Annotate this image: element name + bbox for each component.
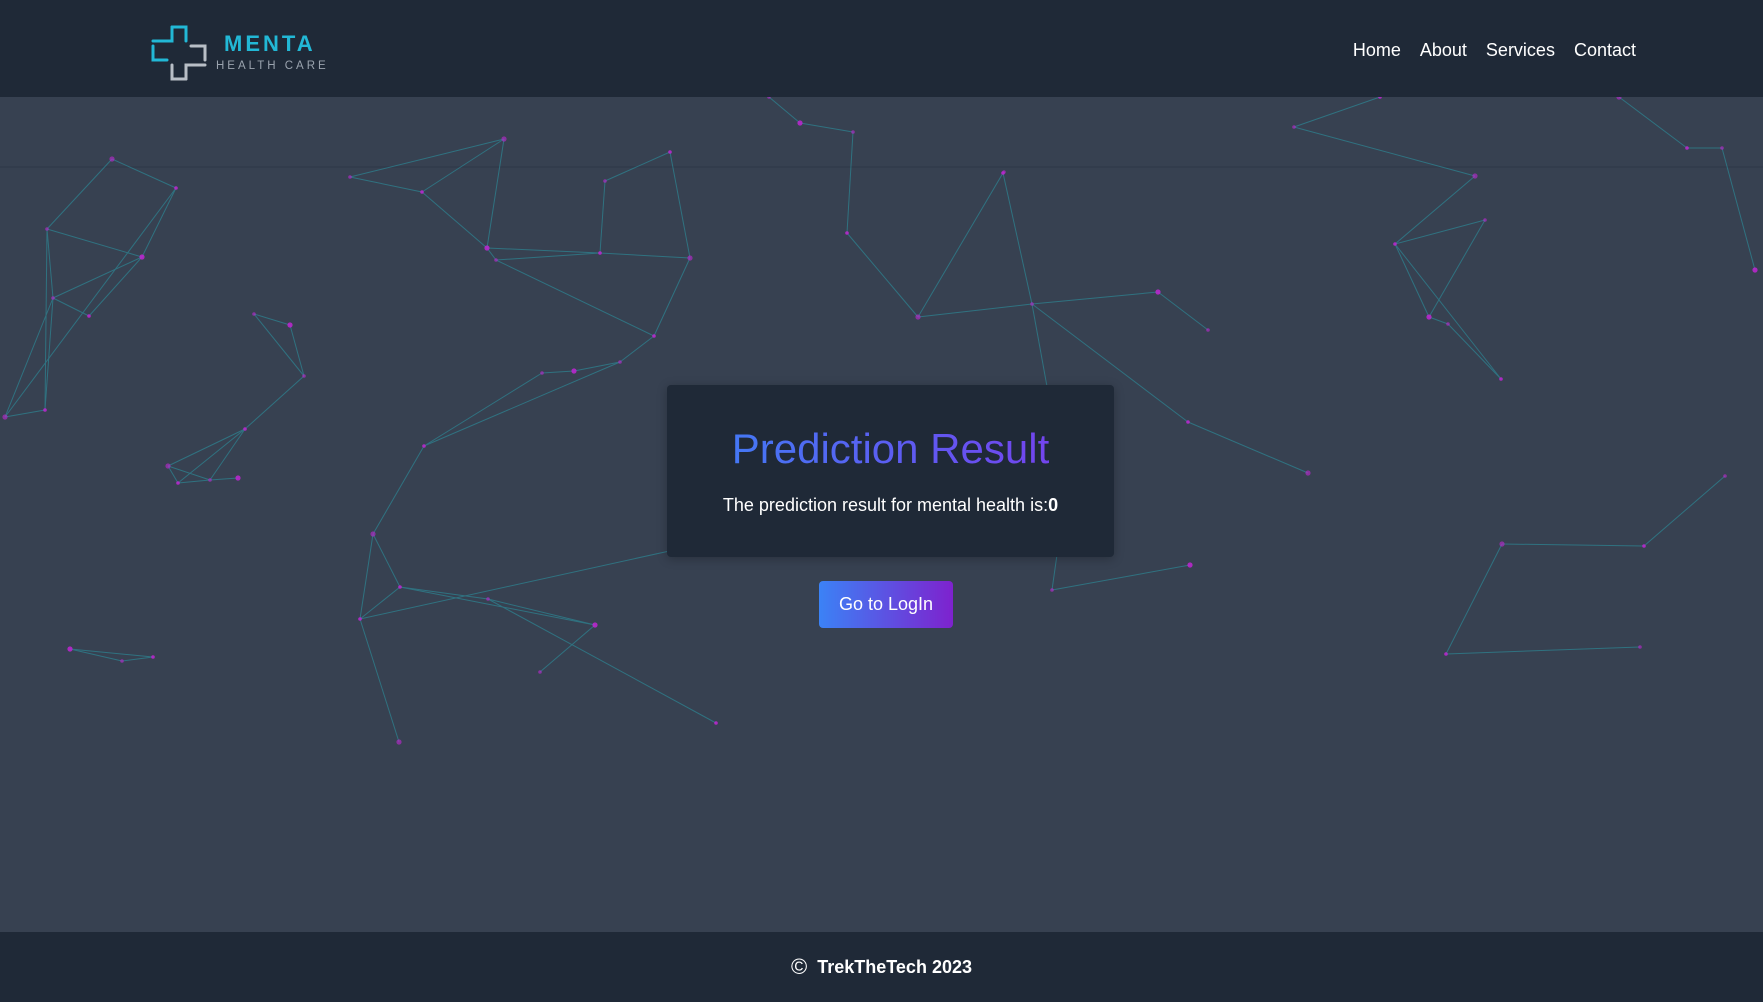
prediction-result-card: Prediction Result The prediction result …: [667, 385, 1114, 557]
result-message: The prediction result for mental health …: [667, 495, 1114, 516]
nav-services[interactable]: Services: [1486, 40, 1555, 61]
main-nav: Home About Services Contact: [1353, 40, 1636, 61]
medical-cross-icon: [151, 25, 207, 81]
result-message-text: The prediction result for mental health …: [722, 495, 1049, 515]
result-title: Prediction Result: [667, 425, 1114, 473]
site-header: MENTA HEALTH CARE Home About Services Co…: [0, 0, 1763, 97]
go-to-login-button[interactable]: Go to LogIn: [819, 581, 953, 628]
footer-text: TrekTheTech 2023: [817, 956, 972, 977]
brand-logo[interactable]: MENTA HEALTH CARE: [150, 24, 329, 82]
nav-about[interactable]: About: [1420, 40, 1467, 61]
nav-contact[interactable]: Contact: [1574, 40, 1636, 61]
copyright-icon: ©: [791, 954, 808, 979]
site-footer: © TrekTheTech 2023: [0, 932, 1763, 1002]
brand-name: MENTA: [224, 31, 316, 57]
main-content: Prediction Result The prediction result …: [0, 97, 1763, 932]
nav-home[interactable]: Home: [1353, 40, 1401, 61]
brand-tagline: HEALTH CARE: [216, 60, 329, 73]
result-value: 0: [1048, 495, 1059, 515]
